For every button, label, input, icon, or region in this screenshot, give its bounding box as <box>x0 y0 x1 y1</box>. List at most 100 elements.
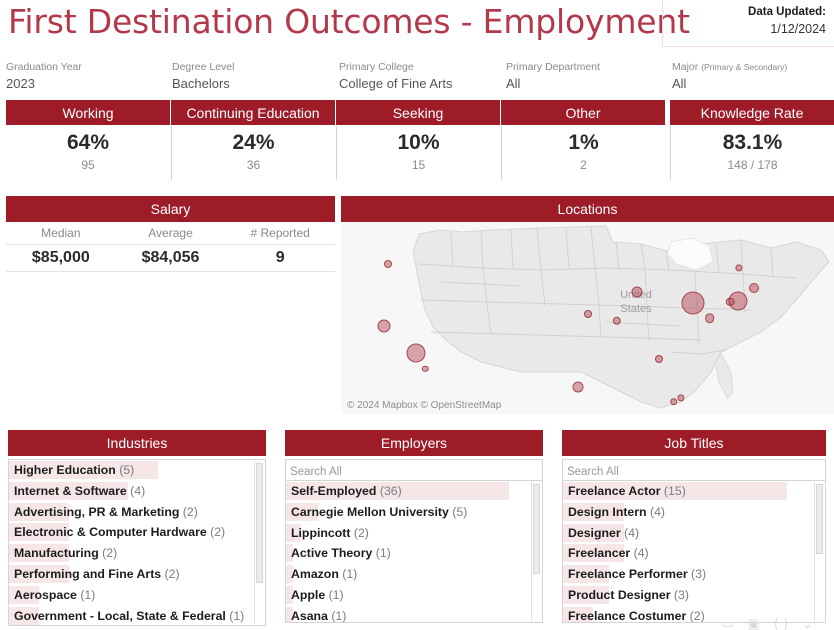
list-item[interactable]: Freelance Costumer (2) <box>563 606 825 622</box>
industries-title: Industries <box>8 430 266 456</box>
map-bubble[interactable] <box>631 286 643 298</box>
salary-table: Median $85,000 Average $84,056 # Reporte… <box>6 222 336 272</box>
kpi-label: Other <box>501 100 665 126</box>
list-item[interactable]: Freelance Actor (15) <box>563 481 825 502</box>
kpi-knowledge-rate[interactable]: Knowledge Rate 83.1% 148 / 178 <box>670 100 834 180</box>
list-item-label: Apple (1) <box>286 585 542 606</box>
list-item-count: (2) <box>353 525 369 540</box>
list-item-name: Carnegie Mellon University <box>291 504 453 519</box>
list-item-count: (1) <box>229 608 245 623</box>
kpi-body: 83.1% 148 / 178 <box>670 126 834 180</box>
list-item-name: Self-Employed <box>291 484 380 498</box>
filter-graduation-year[interactable]: Graduation Year 2023 <box>6 60 82 94</box>
list-item[interactable]: Carnegie Mellon University (5) <box>286 502 542 523</box>
list-item-name: Internet & Software <box>14 483 131 498</box>
list-item[interactable]: Performing and Fine Arts (2) <box>9 564 265 585</box>
list-item-count: (3) <box>673 587 689 602</box>
list-item-count: (4) <box>650 504 666 519</box>
employers-scrollbar[interactable] <box>531 482 541 621</box>
list-item-count: (2) <box>164 566 180 581</box>
map-bubble[interactable] <box>406 343 426 363</box>
salary-header: # Reported <box>225 222 336 245</box>
kpi-count: 148 / 178 <box>727 158 778 172</box>
salary-value: $84,056 <box>115 245 226 272</box>
salary-header: Median <box>6 222 116 245</box>
map-bubble[interactable] <box>377 319 391 333</box>
job-titles-list[interactable]: Freelance Actor (15) Design Intern (4) Des… <box>562 480 826 623</box>
data-updated-value: 1/12/2024 <box>770 22 826 36</box>
kpi-working[interactable]: Working 64% 95 <box>6 100 170 180</box>
salary-title: Salary <box>6 196 335 222</box>
list-item-label: Design Intern (4) <box>563 502 825 523</box>
list-item[interactable]: Internet & Software (4) <box>9 481 265 502</box>
kpi-body: 10% 15 <box>336 126 500 180</box>
list-item[interactable]: Design Intern (4) <box>563 502 825 523</box>
filter-degree-level[interactable]: Degree Level Bachelors <box>172 60 234 94</box>
list-item-count: (2) <box>102 546 118 561</box>
filter-label: Major (Primary & Secondary) <box>672 60 787 74</box>
map-bubble[interactable] <box>572 381 584 393</box>
list-item[interactable]: Manufacturing (2) <box>9 543 265 564</box>
locations-map[interactable]: United States © 2024 Mapbox © OpenStreet… <box>341 222 834 414</box>
map-bubble[interactable] <box>654 355 663 364</box>
map-bubble[interactable] <box>704 313 715 323</box>
kpi-seeking[interactable]: Seeking 10% 15 <box>336 100 500 180</box>
list-item[interactable]: Higher Education (5) <box>9 460 265 481</box>
list-item-label: Asana (1) <box>286 606 542 623</box>
map-bubble[interactable] <box>728 291 748 311</box>
list-item[interactable]: Active Theory (1) <box>286 543 542 564</box>
list-item[interactable]: Aerospace (1) <box>9 585 265 606</box>
salary-header: Average <box>115 222 226 245</box>
employers-search-input[interactable]: Search All <box>285 459 543 480</box>
map-bubble[interactable] <box>583 310 592 319</box>
list-item[interactable]: Freelancer (4) <box>563 543 825 564</box>
kpi-percent: 83.1% <box>722 131 783 154</box>
list-item[interactable]: Self-Employed (36) <box>286 481 542 502</box>
job-titles-search-input[interactable]: Search All <box>562 459 826 480</box>
list-item-name: Freelancer <box>568 546 634 561</box>
list-item-count: (4) <box>130 483 146 498</box>
industries-scrollbar[interactable] <box>254 461 264 624</box>
job-titles-scrollbar[interactable] <box>814 482 824 621</box>
list-item[interactable]: Apple (1) <box>286 585 542 606</box>
list-item[interactable]: Lippincott (2) <box>286 523 542 544</box>
list-item[interactable]: Electronic & Computer Hardware (2) <box>9 522 265 543</box>
filter-primary-college[interactable]: Primary College College of Fine Arts <box>339 60 452 94</box>
map-bubble[interactable] <box>681 291 705 315</box>
title-bar: First Destination Outcomes - Employment … <box>0 0 834 52</box>
employers-panel: Employers Search All Self-Employed (36) C… <box>283 430 545 630</box>
list-item-name: Aerospace <box>14 587 81 602</box>
kpi-label: Knowledge Rate <box>670 100 834 126</box>
filter-major[interactable]: Major (Primary & Secondary) All <box>672 60 787 94</box>
list-item[interactable]: Designer (4) <box>563 523 825 544</box>
locations-panel: Locations United States © 2024 Mapbox © … <box>341 196 834 414</box>
list-item-label: Active Theory (1) <box>286 543 542 564</box>
kpi-label: Working <box>6 100 170 126</box>
filter-lists: Industries Higher Education (5) Internet … <box>0 430 834 630</box>
kpi-continuing-education[interactable]: Continuing Education 24% 36 <box>171 100 335 180</box>
list-item[interactable]: Advertising, PR & Marketing (2) <box>9 502 265 523</box>
list-item[interactable]: Government - Local, State & Federal (1) <box>9 606 265 625</box>
list-item-count: (3) <box>691 567 707 582</box>
map-bubble[interactable] <box>749 283 760 294</box>
kpi-other[interactable]: Other 1% 2 <box>501 100 665 180</box>
list-item-name: Asana <box>291 608 332 623</box>
list-item[interactable]: Asana (1) <box>286 606 542 623</box>
scrollbar-thumb[interactable] <box>533 484 540 574</box>
map-bubble[interactable] <box>669 397 678 406</box>
list-item[interactable]: Freelance Performer (3) <box>563 564 825 585</box>
scrollbar-thumb[interactable] <box>256 463 263 583</box>
scrollbar-thumb[interactable] <box>816 484 823 554</box>
job-titles-panel: Job Titles Search All Freelance Actor (1… <box>560 430 828 630</box>
employers-list[interactable]: Self-Employed (36) Carnegie Mellon Univer… <box>285 480 543 623</box>
industries-list[interactable]: Higher Education (5) Internet & Software … <box>8 459 266 626</box>
kpi-percent: 64% <box>66 131 110 154</box>
list-item[interactable]: Product Designer (3) <box>563 585 825 606</box>
list-item[interactable]: Amazon (1) <box>286 564 542 585</box>
list-item-name: Design Intern <box>568 504 650 519</box>
filter-primary-department[interactable]: Primary Department All <box>506 60 600 94</box>
map-bubble[interactable] <box>383 260 392 269</box>
list-item-name: Active Theory <box>291 546 376 561</box>
list-item-name: Lippincott <box>291 525 354 540</box>
kpi-body: 24% 36 <box>171 126 335 180</box>
